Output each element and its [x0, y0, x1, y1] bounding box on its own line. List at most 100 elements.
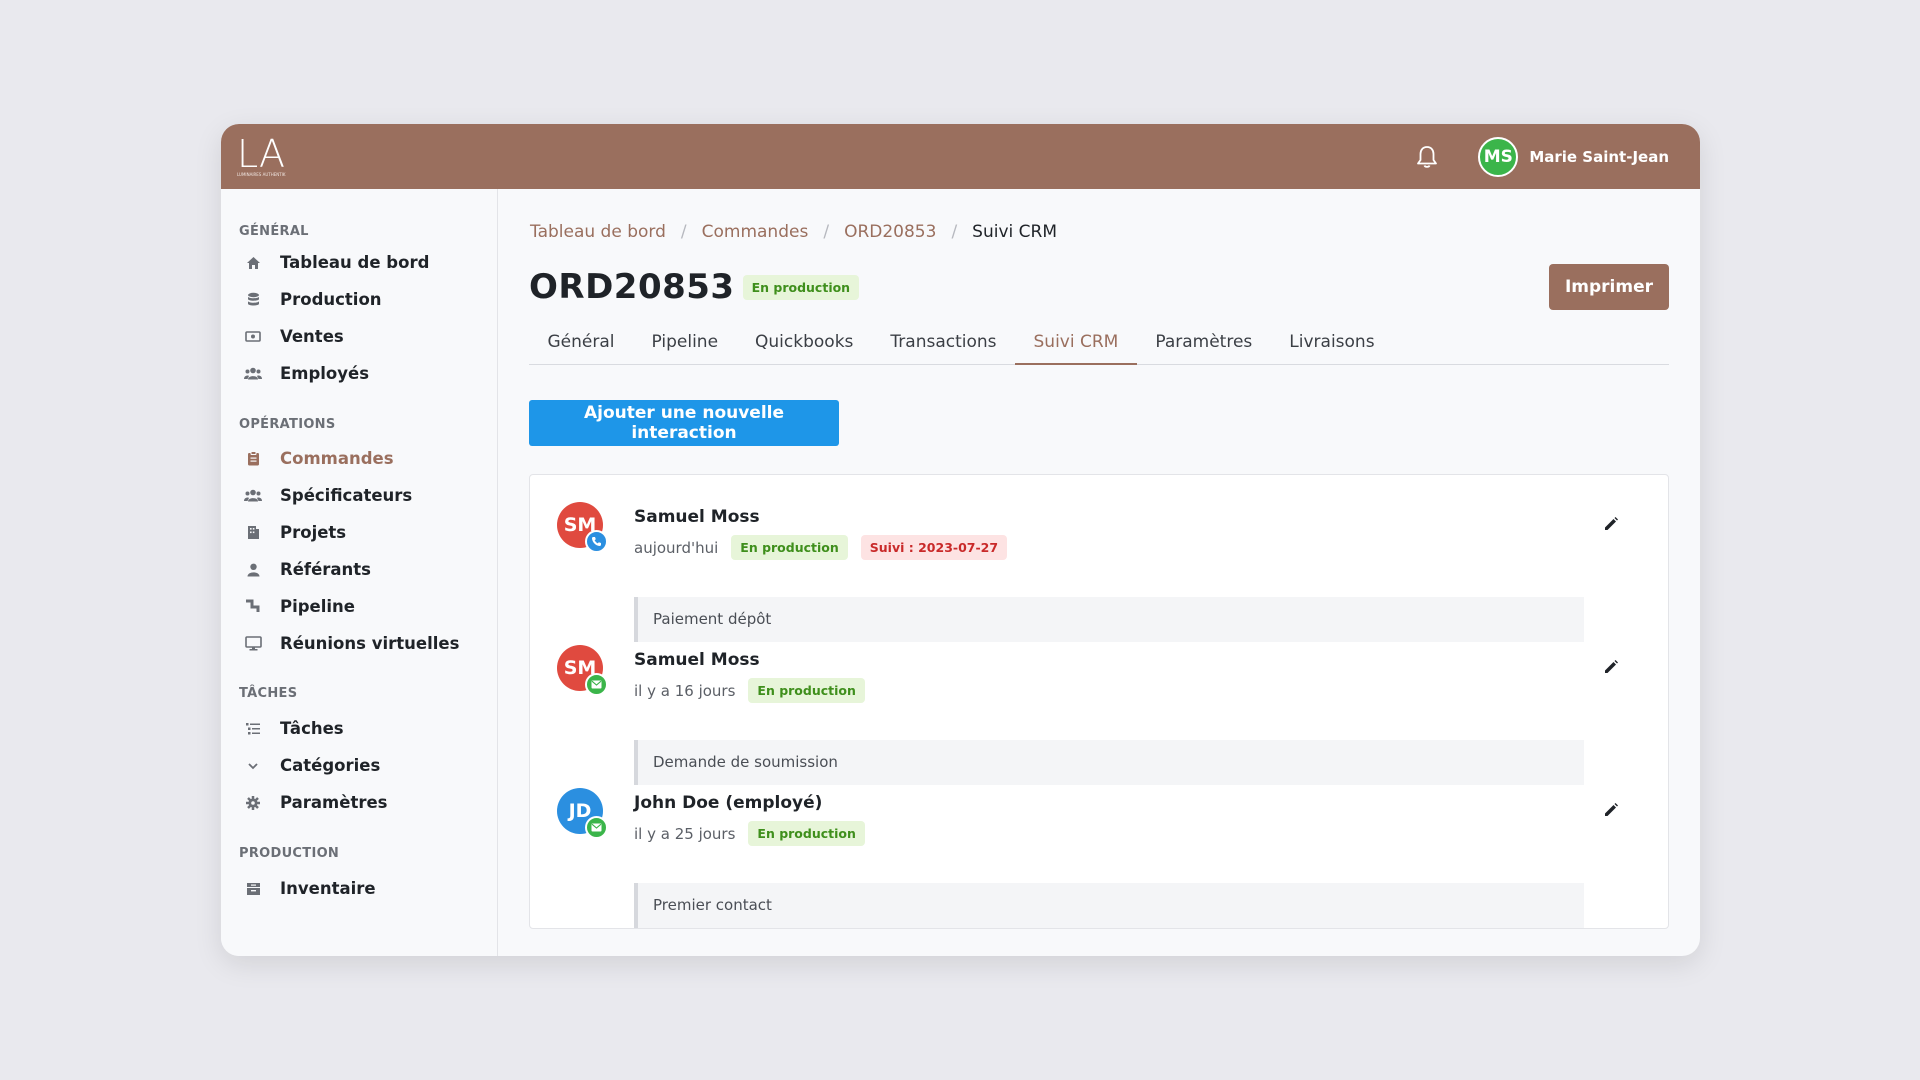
sidebar-item-projets[interactable]: Projets — [239, 514, 497, 551]
sidebar: GÉNÉRAL Tableau de bord Production Vente… — [221, 189, 498, 956]
interaction-meta: il y a 25 jours En production — [634, 821, 865, 846]
breadcrumb-separator: / — [951, 222, 958, 242]
status-badge: En production — [731, 535, 848, 560]
sidebar-item-label: Commandes — [280, 449, 394, 468]
tab-quickbooks[interactable]: Quickbooks — [737, 327, 872, 365]
database-icon — [243, 290, 263, 310]
sidebar-item-production[interactable]: Production — [239, 281, 497, 318]
email-icon — [585, 816, 608, 839]
breadcrumb-tableau-de-bord[interactable]: Tableau de bord — [530, 222, 666, 242]
edit-icon[interactable] — [1602, 801, 1620, 819]
tab-bar: Général Pipeline Quickbooks Transactions… — [529, 327, 1669, 365]
email-icon — [585, 673, 608, 696]
edit-icon[interactable] — [1602, 515, 1620, 533]
interaction-time: il y a 16 jours — [634, 681, 736, 700]
main-content: Tableau de bord / Commandes / ORD20853 /… — [529, 189, 1669, 956]
pipeline-icon — [243, 597, 263, 617]
sidebar-item-label: Réunions virtuelles — [280, 634, 460, 653]
logo[interactable]: LA LUMINAIRES AUTHENTIK — [237, 132, 286, 177]
sidebar-item-label: Ventes — [280, 327, 344, 346]
page-title: ORD20853 — [529, 267, 735, 307]
interactions-card: SM Samuel Moss aujourd'hui En production… — [529, 474, 1669, 929]
status-badge: En production — [742, 274, 860, 300]
sidebar-item-tableau-de-bord[interactable]: Tableau de bord — [239, 244, 497, 281]
money-icon — [243, 327, 263, 347]
logo-subtext: LUMINAIRES AUTHENTIK — [237, 172, 286, 177]
users-icon — [243, 486, 263, 506]
sidebar-item-referants[interactable]: Référants — [239, 551, 497, 588]
tab-transactions[interactable]: Transactions — [872, 327, 1015, 365]
user-avatar[interactable]: MS — [1478, 136, 1519, 177]
interaction-note: Paiement dépôt — [634, 597, 1584, 642]
title-row: ORD20853 En production Imprimer — [529, 264, 1669, 310]
user-icon — [243, 560, 263, 580]
interaction-time: aujourd'hui — [634, 538, 719, 557]
chevron-down-icon — [243, 756, 263, 776]
sidebar-item-label: Catégories — [280, 756, 381, 775]
sidebar-item-label: Tableau de bord — [280, 253, 430, 272]
sidebar-item-pipeline[interactable]: Pipeline — [239, 588, 497, 625]
home-icon — [243, 253, 263, 273]
bell-icon[interactable] — [1414, 144, 1440, 170]
breadcrumb-separator: / — [823, 222, 830, 242]
sidebar-item-label: Production — [280, 290, 382, 309]
phone-icon — [585, 530, 608, 553]
sidebar-item-label: Spécificateurs — [280, 486, 413, 505]
interaction-item: SM Samuel Moss il y a 16 jours En produc… — [557, 645, 1668, 788]
tab-suivi-crm[interactable]: Suivi CRM — [1015, 327, 1137, 365]
sidebar-section-production: PRODUCTION — [239, 846, 340, 861]
breadcrumb-order[interactable]: ORD20853 — [844, 222, 936, 242]
tab-livraisons[interactable]: Livraisons — [1271, 327, 1393, 365]
user-name[interactable]: Marie Saint-Jean — [1529, 148, 1669, 166]
followup-badge: Suivi : 2023-07-27 — [860, 535, 1008, 560]
gear-icon — [243, 793, 263, 813]
status-badge: En production — [748, 678, 865, 703]
sidebar-item-label: Tâches — [280, 719, 344, 738]
interaction-time: il y a 25 jours — [634, 824, 736, 843]
sidebar-item-label: Projets — [280, 523, 347, 542]
sidebar-item-inventaire[interactable]: Inventaire — [239, 870, 497, 907]
clipboard-icon — [243, 449, 263, 469]
breadcrumb-separator: / — [680, 222, 687, 242]
building-icon — [243, 523, 263, 543]
sidebar-section-taches: TÂCHES — [239, 686, 298, 701]
sidebar-section-general: GÉNÉRAL — [239, 224, 309, 239]
print-button[interactable]: Imprimer — [1549, 264, 1669, 310]
sidebar-item-label: Employés — [280, 364, 370, 383]
interaction-author: Samuel Moss — [634, 650, 760, 670]
sidebar-item-label: Référants — [280, 560, 371, 579]
sidebar-item-parametres[interactable]: Paramètres — [239, 784, 497, 821]
sidebar-item-commandes[interactable]: Commandes — [239, 440, 497, 477]
tab-pipeline[interactable]: Pipeline — [633, 327, 737, 365]
interaction-note: Demande de soumission — [634, 740, 1584, 785]
breadcrumb-commandes[interactable]: Commandes — [702, 222, 809, 242]
interaction-note: Premier contact — [634, 883, 1584, 928]
sidebar-item-reunions-virtuelles[interactable]: Réunions virtuelles — [239, 625, 497, 662]
interaction-author: Samuel Moss — [634, 507, 760, 527]
interaction-meta: il y a 16 jours En production — [634, 678, 865, 703]
monitor-icon — [243, 634, 263, 654]
breadcrumb: Tableau de bord / Commandes / ORD20853 /… — [530, 222, 1057, 242]
tab-general[interactable]: Général — [529, 327, 633, 365]
sidebar-item-label: Paramètres — [280, 793, 388, 812]
edit-icon[interactable] — [1602, 658, 1620, 676]
sidebar-item-label: Pipeline — [280, 597, 355, 616]
status-badge: En production — [748, 821, 865, 846]
sidebar-section-operations: OPÉRATIONS — [239, 417, 336, 432]
interaction-item: JD John Doe (employé) il y a 25 jours En… — [557, 788, 1668, 931]
sidebar-item-label: Inventaire — [280, 879, 376, 898]
app-window: LA LUMINAIRES AUTHENTIK MS Marie Saint-J… — [221, 124, 1700, 956]
logo-text: LA — [237, 132, 286, 176]
sidebar-item-taches[interactable]: Tâches — [239, 710, 497, 747]
sidebar-item-ventes[interactable]: Ventes — [239, 318, 497, 355]
tab-parametres[interactable]: Paramètres — [1137, 327, 1271, 365]
top-right-controls: MS Marie Saint-Jean — [1414, 136, 1669, 177]
sidebar-item-categories[interactable]: Catégories — [239, 747, 497, 784]
breadcrumb-current: Suivi CRM — [972, 222, 1057, 242]
sidebar-item-specificateurs[interactable]: Spécificateurs — [239, 477, 497, 514]
users-icon — [243, 364, 263, 384]
sidebar-item-employes[interactable]: Employés — [239, 355, 497, 392]
inventory-icon — [243, 879, 263, 899]
interaction-author: John Doe (employé) — [634, 793, 823, 813]
add-interaction-button[interactable]: Ajouter une nouvelle interaction — [529, 400, 839, 446]
